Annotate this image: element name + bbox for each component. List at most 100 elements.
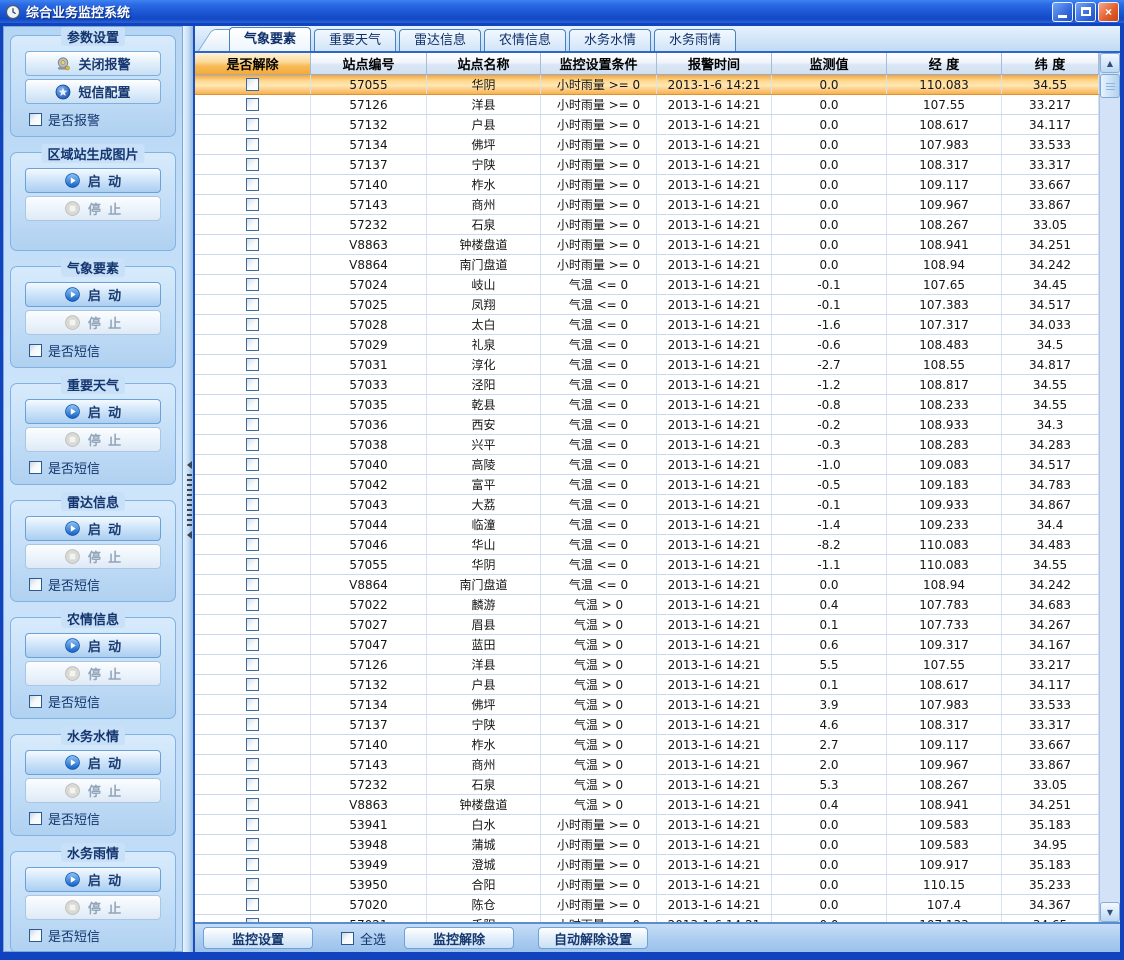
table-row[interactable]: 53949澄城小时雨量 >= 02013-1-6 14:210.0109.917…	[195, 855, 1099, 875]
row-deselect-checkbox[interactable]	[246, 538, 259, 551]
table-row[interactable]: 57044临潼气温 <= 02013-1-6 14:21-1.4109.2333…	[195, 515, 1099, 535]
row-deselect-checkbox[interactable]	[246, 498, 259, 511]
scroll-down-button[interactable]: ▼	[1100, 902, 1120, 922]
row-deselect-checkbox[interactable]	[246, 298, 259, 311]
row-deselect-checkbox[interactable]	[246, 238, 259, 251]
col-header-monitor-value[interactable]: 监测值	[772, 53, 887, 75]
row-deselect-checkbox[interactable]	[246, 558, 259, 571]
row-deselect-checkbox[interactable]	[246, 338, 259, 351]
row-deselect-checkbox[interactable]	[246, 358, 259, 371]
row-deselect-checkbox[interactable]	[246, 218, 259, 231]
table-row[interactable]: V8863钟楼盘道小时雨量 >= 02013-1-6 14:210.0108.9…	[195, 235, 1099, 255]
table-row[interactable]: 57137宁陕气温 > 02013-1-6 14:214.6108.31733.…	[195, 715, 1099, 735]
table-row[interactable]: 57035乾县气温 <= 02013-1-6 14:21-0.8108.2333…	[195, 395, 1099, 415]
col-header-station-id[interactable]: 站点编号	[311, 53, 427, 75]
row-deselect-checkbox[interactable]	[246, 818, 259, 831]
start-button-water-rain[interactable]: 启 动	[25, 867, 161, 892]
table-row[interactable]: 57232石泉气温 > 02013-1-6 14:215.3108.26733.…	[195, 775, 1099, 795]
row-deselect-checkbox[interactable]	[246, 878, 259, 891]
table-row[interactable]: 57143商州小时雨量 >= 02013-1-6 14:210.0109.967…	[195, 195, 1099, 215]
row-deselect-checkbox[interactable]	[246, 758, 259, 771]
tab-water-level[interactable]: 水务水情	[569, 29, 651, 51]
table-row[interactable]: 57043大荔气温 <= 02013-1-6 14:21-0.1109.9333…	[195, 495, 1099, 515]
col-header-latitude[interactable]: 纬 度	[1002, 53, 1099, 75]
start-button-important-weather[interactable]: 启 动	[25, 399, 161, 424]
row-deselect-checkbox[interactable]	[246, 718, 259, 731]
row-deselect-checkbox[interactable]	[246, 518, 259, 531]
row-deselect-checkbox[interactable]	[246, 638, 259, 651]
stop-button-region-image[interactable]: 停 止	[25, 196, 161, 221]
row-deselect-checkbox[interactable]	[246, 278, 259, 291]
col-header-alarm-time[interactable]: 报警时间	[657, 53, 772, 75]
row-deselect-checkbox[interactable]	[246, 618, 259, 631]
table-row[interactable]: 57134佛坪气温 > 02013-1-6 14:213.9107.98333.…	[195, 695, 1099, 715]
row-deselect-checkbox[interactable]	[246, 898, 259, 911]
row-deselect-checkbox[interactable]	[246, 158, 259, 171]
table-row[interactable]: 57134佛坪小时雨量 >= 02013-1-6 14:210.0107.983…	[195, 135, 1099, 155]
row-deselect-checkbox[interactable]	[246, 858, 259, 871]
vertical-scrollbar[interactable]: ▲ ▼	[1099, 53, 1120, 922]
collapse-left-icon[interactable]	[187, 531, 192, 539]
stop-button-radar-info[interactable]: 停 止	[25, 544, 161, 569]
sms-radar-info-checkbox[interactable]	[29, 578, 42, 591]
stop-button-weather-elements[interactable]: 停 止	[25, 310, 161, 335]
table-row[interactable]: 57022麟游气温 > 02013-1-6 14:210.4107.78334.…	[195, 595, 1099, 615]
row-deselect-checkbox[interactable]	[246, 198, 259, 211]
minimize-button[interactable]	[1052, 2, 1073, 22]
row-deselect-checkbox[interactable]	[246, 398, 259, 411]
tab-weather-elements[interactable]: 气象要素	[229, 27, 311, 51]
scroll-up-button[interactable]: ▲	[1100, 53, 1120, 73]
table-row[interactable]: 57143商州气温 > 02013-1-6 14:212.0109.96733.…	[195, 755, 1099, 775]
table-row[interactable]: 53941白水小时雨量 >= 02013-1-6 14:210.0109.583…	[195, 815, 1099, 835]
col-header-station-name[interactable]: 站点名称	[427, 53, 541, 75]
row-deselect-checkbox[interactable]	[246, 118, 259, 131]
row-deselect-checkbox[interactable]	[246, 178, 259, 191]
table-row[interactable]: 53950合阳小时雨量 >= 02013-1-6 14:210.0110.153…	[195, 875, 1099, 895]
start-button-agri-info[interactable]: 启 动	[25, 633, 161, 658]
table-row[interactable]: 57040高陵气温 <= 02013-1-6 14:21-1.0109.0833…	[195, 455, 1099, 475]
table-row[interactable]: V8864南门盘道小时雨量 >= 02013-1-6 14:210.0108.9…	[195, 255, 1099, 275]
row-deselect-checkbox[interactable]	[246, 378, 259, 391]
table-row[interactable]: 57055华阴小时雨量 >= 02013-1-6 14:210.0110.083…	[195, 75, 1099, 95]
table-row[interactable]: V8863钟楼盘道气温 > 02013-1-6 14:210.4108.9413…	[195, 795, 1099, 815]
table-row[interactable]: 57033泾阳气温 <= 02013-1-6 14:21-1.2108.8173…	[195, 375, 1099, 395]
splitter-grip[interactable]	[185, 461, 193, 539]
stop-button-important-weather[interactable]: 停 止	[25, 427, 161, 452]
row-deselect-checkbox[interactable]	[246, 418, 259, 431]
table-row[interactable]: 57021千阳小时雨量 >= 02013-1-6 14:210.0107.133…	[195, 915, 1099, 922]
table-row[interactable]: 57137宁陕小时雨量 >= 02013-1-6 14:210.0108.317…	[195, 155, 1099, 175]
close-button[interactable]: ×	[1098, 2, 1119, 22]
scrollbar-track[interactable]	[1100, 98, 1120, 902]
row-deselect-checkbox[interactable]	[246, 258, 259, 271]
tab-water-rain[interactable]: 水务雨情	[654, 29, 736, 51]
sms-config-button[interactable]: 短信配置	[25, 79, 161, 104]
table-row[interactable]: 57020陈仓小时雨量 >= 02013-1-6 14:210.0107.434…	[195, 895, 1099, 915]
sms-important-weather-checkbox[interactable]	[29, 461, 42, 474]
start-button-weather-elements[interactable]: 启 动	[25, 282, 161, 307]
sms-agri-info-checkbox[interactable]	[29, 695, 42, 708]
alarm-enabled-checkbox[interactable]	[29, 113, 42, 126]
monitor-release-button[interactable]: 监控解除	[404, 927, 514, 949]
table-row[interactable]: 57031淳化气温 <= 02013-1-6 14:21-2.7108.5534…	[195, 355, 1099, 375]
row-deselect-checkbox[interactable]	[246, 738, 259, 751]
sms-water-rain-checkbox[interactable]	[29, 929, 42, 942]
table-row[interactable]: V8864南门盘道气温 <= 02013-1-6 14:210.0108.943…	[195, 575, 1099, 595]
sms-weather-elements-checkbox[interactable]	[29, 344, 42, 357]
row-deselect-checkbox[interactable]	[246, 578, 259, 591]
col-header-longitude[interactable]: 经 度	[887, 53, 1002, 75]
table-row[interactable]: 57055华阴气温 <= 02013-1-6 14:21-1.1110.0833…	[195, 555, 1099, 575]
row-deselect-checkbox[interactable]	[246, 598, 259, 611]
row-deselect-checkbox[interactable]	[246, 698, 259, 711]
start-button-region-image[interactable]: 启 动	[25, 168, 161, 193]
table-row[interactable]: 57027眉县气温 > 02013-1-6 14:210.1107.73334.…	[195, 615, 1099, 635]
table-row[interactable]: 57232石泉小时雨量 >= 02013-1-6 14:210.0108.267…	[195, 215, 1099, 235]
table-row[interactable]: 57126洋县小时雨量 >= 02013-1-6 14:210.0107.553…	[195, 95, 1099, 115]
row-deselect-checkbox[interactable]	[246, 438, 259, 451]
table-row[interactable]: 57028太白气温 <= 02013-1-6 14:21-1.6107.3173…	[195, 315, 1099, 335]
tab-agri-info[interactable]: 农情信息	[484, 29, 566, 51]
row-deselect-checkbox[interactable]	[246, 798, 259, 811]
table-row[interactable]: 57046华山气温 <= 02013-1-6 14:21-8.2110.0833…	[195, 535, 1099, 555]
stop-button-agri-info[interactable]: 停 止	[25, 661, 161, 686]
table-row[interactable]: 57025凤翔气温 <= 02013-1-6 14:21-0.1107.3833…	[195, 295, 1099, 315]
row-deselect-checkbox[interactable]	[246, 318, 259, 331]
